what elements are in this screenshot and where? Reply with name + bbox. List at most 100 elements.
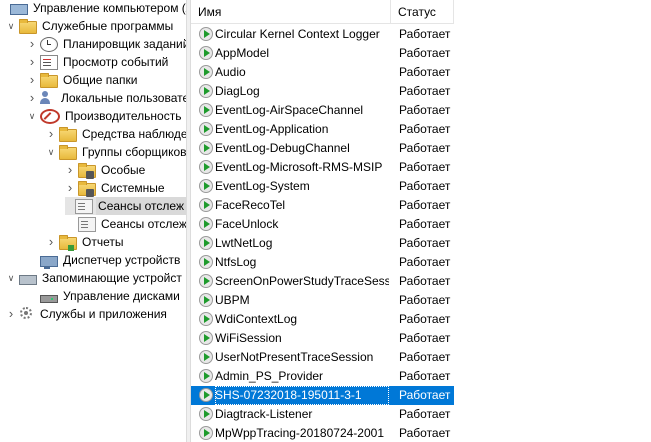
running-session-icon [199, 27, 213, 41]
session-status: Работает [399, 312, 451, 326]
chevron-right-icon[interactable]: › [27, 71, 37, 89]
tree-item[interactable]: › Отчеты [46, 233, 125, 251]
chevron-down-icon[interactable]: ∨ [46, 143, 56, 161]
tree-item[interactable]: › Средства наблюде [46, 125, 186, 143]
chevron-right-icon[interactable]: › [27, 53, 37, 71]
tree-item[interactable]: › Локальные пользовате [27, 89, 186, 107]
session-status: Работает [399, 122, 451, 136]
performance-icon [40, 108, 60, 124]
table-row[interactable]: AppModel Работает [191, 44, 454, 63]
table-row[interactable]: MpWppTracing-20180724-2001 Работает [191, 424, 454, 442]
running-session-icon [199, 84, 213, 98]
table-row[interactable]: DiagLog Работает [191, 82, 454, 101]
table-row[interactable]: FaceUnlock Работает [191, 215, 454, 234]
chevron-right-icon[interactable]: › [65, 161, 75, 179]
session-status: Работает [399, 369, 451, 383]
session-status: Работает [399, 236, 451, 250]
session-status: Работает [399, 274, 451, 288]
tree-item-label: Системные [101, 181, 165, 195]
tree-item[interactable]: › Особые [65, 161, 147, 179]
chevron-down-icon[interactable]: ∨ [27, 107, 37, 125]
table-row[interactable]: SHS-07232018-195011-3-1 Работает [191, 386, 454, 405]
tree-item[interactable]: › Системные [65, 179, 167, 197]
session-status: Работает [399, 46, 451, 60]
running-session-icon [199, 369, 213, 383]
column-header-name[interactable]: Имя [191, 0, 391, 24]
session-status: Работает [399, 179, 451, 193]
tree-item[interactable]: Диспетчер устройств [27, 251, 182, 269]
table-row[interactable]: Diagtrack-Listener Работает [191, 405, 454, 424]
table-row[interactable]: UBPM Работает [191, 291, 454, 310]
running-session-icon [199, 274, 213, 288]
console-tree[interactable]: Управление компьютером (л ∨ Служебные прог… [0, 0, 186, 442]
session-name: EventLog-System [215, 179, 310, 193]
chevron-right-icon[interactable]: › [46, 125, 56, 143]
session-status: Работает [399, 426, 451, 440]
table-row[interactable]: Audio Работает [191, 63, 454, 82]
chevron-right-icon[interactable]: › [6, 305, 16, 323]
table-row[interactable]: ScreenOnPowerStudyTraceSessi Работает [191, 272, 454, 291]
tree-item-label: Службы и приложения [40, 307, 167, 321]
tree-item-label: Сеансы отслеж [96, 197, 186, 215]
running-session-icon [199, 179, 213, 193]
session-list[interactable]: Имя Статус Circular Kernel Context Logge… [191, 0, 651, 442]
session-name: EventLog-Application [215, 122, 329, 136]
storage-icon [19, 275, 37, 285]
tree-item[interactable]: Управление компьютером (л [0, 0, 186, 17]
running-session-icon [199, 198, 213, 212]
tree-item[interactable]: › Просмотр событий [27, 53, 170, 71]
chevron-right-icon[interactable]: › [65, 179, 75, 197]
chevron-down-icon[interactable]: ∨ [6, 269, 16, 287]
tree-item[interactable]: › Общие папки [27, 71, 139, 89]
chevron-right-icon[interactable]: › [27, 35, 37, 53]
tree-item[interactable]: › Службы и приложения [6, 305, 169, 323]
session-status: Работает [399, 65, 451, 79]
session-name: Audio [215, 65, 246, 79]
table-row[interactable]: EventLog-Microsoft-RMS-MSIP Работает [191, 158, 454, 177]
folder-icon [59, 145, 77, 160]
session-status: Работает [399, 198, 451, 212]
tree-item[interactable]: ∨ Производительность [27, 107, 183, 125]
table-row[interactable]: WdiContextLog Работает [191, 310, 454, 329]
session-name: ScreenOnPowerStudyTraceSessi [215, 274, 389, 288]
tree-item-label: Запоминающие устройст [42, 271, 182, 285]
session-name: MpWppTracing-20180724-2001 [215, 426, 384, 440]
table-row[interactable]: EventLog-AirSpaceChannel Работает [191, 101, 454, 120]
column-header-status[interactable]: Статус [391, 0, 454, 24]
table-row[interactable]: EventLog-System Работает [191, 177, 454, 196]
session-status: Работает [399, 84, 451, 98]
tree-item-label: Управление компьютером (л [33, 1, 186, 15]
session-name: Diagtrack-Listener [215, 407, 313, 421]
chevron-right-icon[interactable]: › [46, 233, 56, 251]
collector-folder-icon [78, 181, 96, 197]
table-row[interactable]: Admin_PS_Provider Работает [191, 367, 454, 386]
table-row[interactable]: WiFiSession Работает [191, 329, 454, 348]
table-row[interactable]: FaceRecoTel Работает [191, 196, 454, 215]
table-row[interactable]: NtfsLog Работает [191, 253, 454, 272]
table-row[interactable]: EventLog-DebugChannel Работает [191, 139, 454, 158]
tree-item[interactable]: › Планировщик заданий [27, 35, 186, 53]
tree-item[interactable]: ∨ Запоминающие устройст [6, 269, 184, 287]
table-row[interactable]: LwtNetLog Работает [191, 234, 454, 253]
table-row[interactable]: EventLog-Application Работает [191, 120, 454, 139]
session-status: Работает [399, 407, 451, 421]
session-name: NtfsLog [215, 255, 257, 269]
table-row[interactable]: UserNotPresentTraceSession Работает [191, 348, 454, 367]
chevron-down-icon[interactable]: ∨ [6, 17, 16, 35]
tree-item[interactable]: Сеансы отслеж [65, 215, 186, 233]
table-row[interactable]: Circular Kernel Context Logger Работает [191, 25, 454, 44]
tree-item[interactable]: ∨ Служебные программы [6, 17, 175, 35]
running-session-icon [199, 331, 213, 345]
chevron-right-icon[interactable]: › [27, 89, 37, 107]
clock-icon [40, 36, 58, 52]
tree-item[interactable]: Управление дисками [27, 287, 182, 305]
session-name: UserNotPresentTraceSession [215, 350, 374, 364]
folder-icon [19, 19, 37, 34]
session-name: AppModel [215, 46, 270, 60]
tree-item[interactable]: ∨ Группы сборщиков [46, 143, 186, 161]
running-session-icon [199, 312, 213, 326]
tree-item[interactable]: Сеансы отслеж [65, 197, 186, 215]
session-name: WiFiSession [215, 331, 282, 345]
